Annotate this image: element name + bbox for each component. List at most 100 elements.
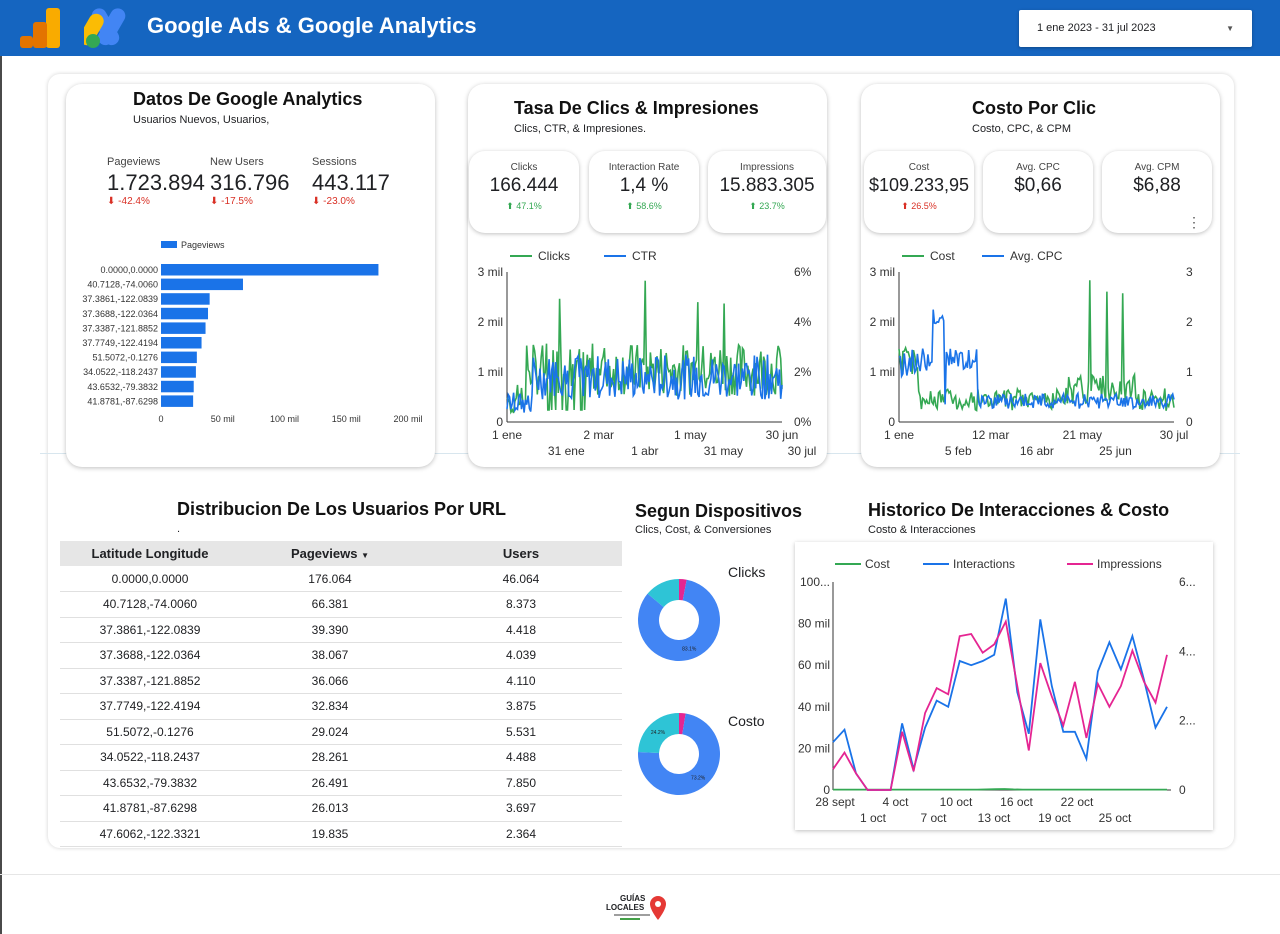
- bar: [161, 337, 202, 349]
- y-tick-label: 0: [888, 415, 895, 429]
- y-tick-label: 3 mil: [478, 265, 503, 279]
- guias-locales-logo: GUÍAS LOCALES: [606, 894, 666, 920]
- y-tick-label: 3 mil: [870, 265, 895, 279]
- table-row[interactable]: 47.6062,-122.3321 19.835 2.364: [60, 821, 622, 847]
- table-row[interactable]: 40.7128,-74.0060 66.381 8.373: [60, 591, 622, 618]
- x-tick-label: 31 ene: [548, 444, 585, 458]
- scorecard-delta: ⬆ 58.6%: [626, 201, 662, 211]
- scorecard-delta: ⬆ 26.5%: [901, 201, 937, 211]
- bar-category-label: 34.0522,-118.2437: [83, 367, 158, 377]
- table-row[interactable]: 37.7749,-122.4194 32.834 3.875: [60, 693, 622, 720]
- bar: [161, 366, 196, 378]
- x-tick-label: 22 oct: [1061, 795, 1094, 809]
- history-subtitle: Costo & Interacciones: [868, 524, 976, 536]
- x-tick-label: 100 mil: [270, 414, 299, 424]
- table-cell: 51.5072,-0.1276: [60, 719, 240, 745]
- table-cell: 39.390: [240, 617, 420, 643]
- clicks-ctr-line-chart: Clicks CTR 3 mil 2 mil 1 mil 0 6% 4% 2% 0% 1 ene 2 …: [478, 249, 817, 458]
- x-tick-label: 2 mar: [583, 428, 614, 442]
- y-tick-label: 2 mil: [870, 315, 895, 329]
- table-cell: 36.066: [240, 668, 420, 694]
- table-cell: 34.0522,-118.2437: [60, 744, 240, 771]
- legend-label: Avg. CPC: [1010, 249, 1063, 263]
- x-tick-label: 1 ene: [884, 428, 914, 442]
- arrow-up-icon: ⬆: [749, 201, 757, 211]
- table-cell: 66.381: [240, 591, 420, 618]
- x-tick-label: 30 jul: [788, 444, 817, 458]
- table-row[interactable]: 37.3387,-121.8852 36.066 4.110: [60, 668, 622, 694]
- google-analytics-logo: [20, 8, 60, 48]
- kpi-label: New Users: [210, 156, 264, 168]
- bar: [161, 293, 210, 305]
- table-row[interactable]: 51.5072,-0.1276 29.024 5.531: [60, 719, 622, 745]
- date-range-picker[interactable]: 1 ene 2023 - 31 jul 2023 ▼: [1019, 10, 1252, 47]
- scorecard-label: Interaction Rate: [608, 162, 680, 173]
- table-cell: 3.875: [420, 693, 622, 720]
- footer-divider: [0, 874, 1280, 875]
- legend-label: CTR: [632, 249, 657, 263]
- table-row[interactable]: 34.0522,-118.2437 28.261 4.488: [60, 744, 622, 771]
- table-row[interactable]: 37.3861,-122.0839 39.390 4.418: [60, 617, 622, 643]
- bar: [161, 264, 379, 276]
- table-row[interactable]: 43.6532,-79.3832 26.491 7.850: [60, 770, 622, 796]
- legend-label: Pageviews: [181, 240, 225, 250]
- x-tick-label: 25 oct: [1099, 811, 1132, 825]
- y-tick-label: 0: [496, 415, 503, 429]
- bar-category-label: 40.7128,-74.0060: [87, 280, 158, 290]
- table-cell: 19.835: [240, 821, 420, 847]
- table-cell: 7.850: [420, 770, 622, 796]
- x-tick-label: 10 oct: [940, 795, 973, 809]
- y-tick-label-right: 4...: [1179, 644, 1196, 658]
- arrow-down-icon: ⬇: [312, 196, 321, 207]
- donut-label: Costo: [728, 713, 765, 729]
- x-tick-label: 4 oct: [882, 795, 909, 809]
- scorecard-label: Avg. CPC: [1016, 162, 1060, 173]
- series-line: [832, 618, 1168, 791]
- arrow-down-icon: ⬇: [107, 196, 116, 207]
- arrow-up-icon: ⬆: [506, 201, 514, 211]
- bar: [161, 395, 194, 407]
- donut-slice-label: 73.2%: [691, 776, 706, 782]
- column-header[interactable]: Users: [420, 541, 622, 566]
- scorecard-interaction-rate[interactable]: Interaction Rate 1,4 % ⬆ 58.6%: [589, 151, 699, 233]
- scorecard-value: $0,66: [1014, 175, 1062, 196]
- cpc-card-subtitle: Costo, CPC, & CPM: [972, 123, 1072, 135]
- more-options-icon[interactable]: ⋮: [1187, 215, 1201, 229]
- x-tick-label: 13 oct: [978, 811, 1011, 825]
- table-cell: 26.013: [240, 795, 420, 822]
- x-tick-label: 7 oct: [920, 811, 947, 825]
- table-row[interactable]: 0.0000,0.0000 176.064 46.064: [60, 566, 622, 592]
- cost-cpc-line-chart: Cost Avg. CPC3 mil2 mil1 mil032101 ene 12 …: [870, 249, 1193, 458]
- scorecard-avg-cpc[interactable]: Avg. CPC $0,66: [983, 151, 1093, 233]
- table-cell: 28.261: [240, 744, 420, 771]
- caret-down-icon: ▼: [1226, 24, 1234, 33]
- column-header[interactable]: Latitude Longitude: [60, 541, 240, 566]
- table-cell: 2.364: [420, 821, 622, 847]
- bar: [161, 307, 209, 320]
- table-row[interactable]: 37.3688,-122.0364 38.067 4.039: [60, 642, 622, 669]
- bar: [161, 351, 197, 364]
- x-tick-label: 28 sept: [815, 795, 855, 809]
- y-tick-label: 80 mil: [798, 617, 830, 631]
- table-cell: 40.7128,-74.0060: [60, 591, 240, 618]
- table-header-row: Latitude Longitude Pageviews ▼ Users: [60, 541, 622, 566]
- scorecard-clicks[interactable]: Clicks 166.444 ⬆ 47.1%: [469, 151, 579, 233]
- bar: [161, 278, 243, 291]
- scorecard-cost[interactable]: Cost $109.233,95 ⬆ 26.5%: [864, 151, 974, 233]
- table-cell: 43.6532,-79.3832: [60, 770, 240, 796]
- table-cell: 4.418: [420, 617, 622, 643]
- kpi-delta: ⬇ -42.4%: [107, 196, 150, 207]
- x-tick-label: 5 feb: [945, 444, 972, 458]
- table-cell: 37.3387,-121.8852: [60, 668, 240, 694]
- scorecard-impressions[interactable]: Impressions 15.883.305 ⬆ 23.7%: [708, 151, 826, 233]
- kpi-delta: ⬇ -23.0%: [312, 196, 355, 207]
- bar-category-label: 37.7749,-122.4194: [82, 338, 158, 348]
- scorecard-delta: ⬆ 23.7%: [749, 201, 785, 211]
- scorecard-label: Clicks: [510, 162, 538, 173]
- bar-category-label: 41.8781,-87.6298: [87, 396, 158, 406]
- table-row[interactable]: 41.8781,-87.6298 26.013 3.697: [60, 795, 622, 822]
- table-cell: 32.834: [240, 693, 420, 720]
- column-header-sorted[interactable]: Pageviews ▼: [240, 541, 420, 566]
- y-tick-label-right: 3: [1186, 265, 1193, 279]
- scorecard-label: Cost: [908, 162, 930, 173]
